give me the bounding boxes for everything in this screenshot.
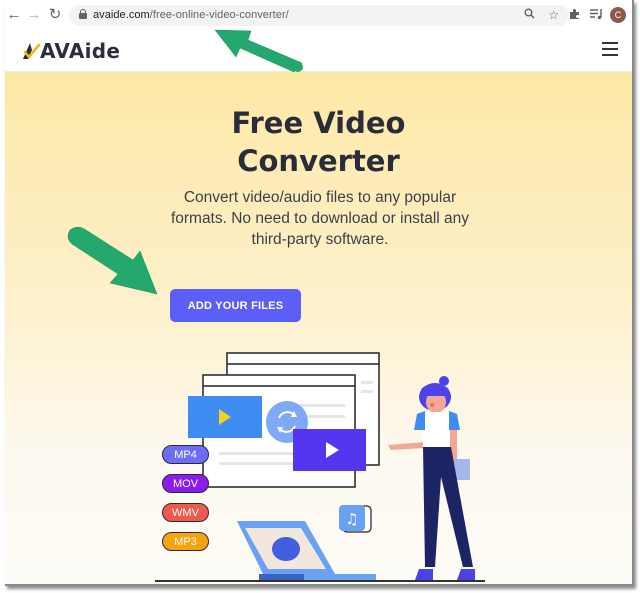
site-header: AVAide — [5, 31, 632, 72]
profile-avatar[interactable]: C — [610, 7, 626, 23]
url-text[interactable]: avaide.com/free-online-video-converter/ — [93, 8, 289, 23]
converter-illustration: ♫ — [188, 352, 475, 580]
logo-text: AVAide — [40, 39, 121, 63]
browser-window: ← → ↻ avaide.com/free-online-video-conve… — [5, 0, 634, 586]
format-pill-wmv: WMV — [162, 503, 209, 522]
media-queue-icon[interactable] — [590, 8, 603, 23]
forward-button[interactable]: → — [26, 7, 42, 23]
video-card-source — [188, 396, 262, 438]
back-button[interactable]: ← — [6, 7, 22, 23]
url-path: /free-online-video-converter/ — [149, 9, 289, 21]
extensions-puzzle-icon[interactable] — [569, 8, 581, 23]
format-pill-mp4: MP4 — [162, 445, 209, 464]
hero-section: Free Video Converter Convert video/audio… — [5, 72, 632, 584]
reload-icon: ↻ — [48, 6, 62, 23]
zoom-icon[interactable] — [524, 8, 535, 23]
hamburger-menu-icon[interactable] — [602, 42, 618, 56]
music-note-icon: ♫ — [339, 505, 372, 533]
format-pill-mp3: MP3 — [162, 532, 209, 551]
format-pill-mov: MOV — [162, 474, 209, 493]
ground-line — [155, 580, 485, 582]
bookmark-star-icon[interactable]: ☆ — [548, 8, 559, 23]
browser-toolbar: ← → ↻ avaide.com/free-online-video-conve… — [5, 0, 632, 32]
svg-text:♫: ♫ — [345, 510, 358, 528]
logo-mark-icon — [22, 42, 42, 60]
woman-character-graphic — [388, 376, 475, 580]
reload-button[interactable]: ↻ — [47, 7, 63, 23]
arrow-left-icon: ← — [6, 6, 22, 23]
address-bar[interactable]: avaide.com/free-online-video-converter/ … — [69, 5, 569, 26]
lock-icon — [79, 9, 87, 19]
video-card-output — [293, 429, 366, 471]
arrow-right-icon: → — [26, 6, 42, 23]
site-logo[interactable]: AVAide — [22, 39, 121, 63]
url-domain: avaide.com — [93, 9, 150, 21]
